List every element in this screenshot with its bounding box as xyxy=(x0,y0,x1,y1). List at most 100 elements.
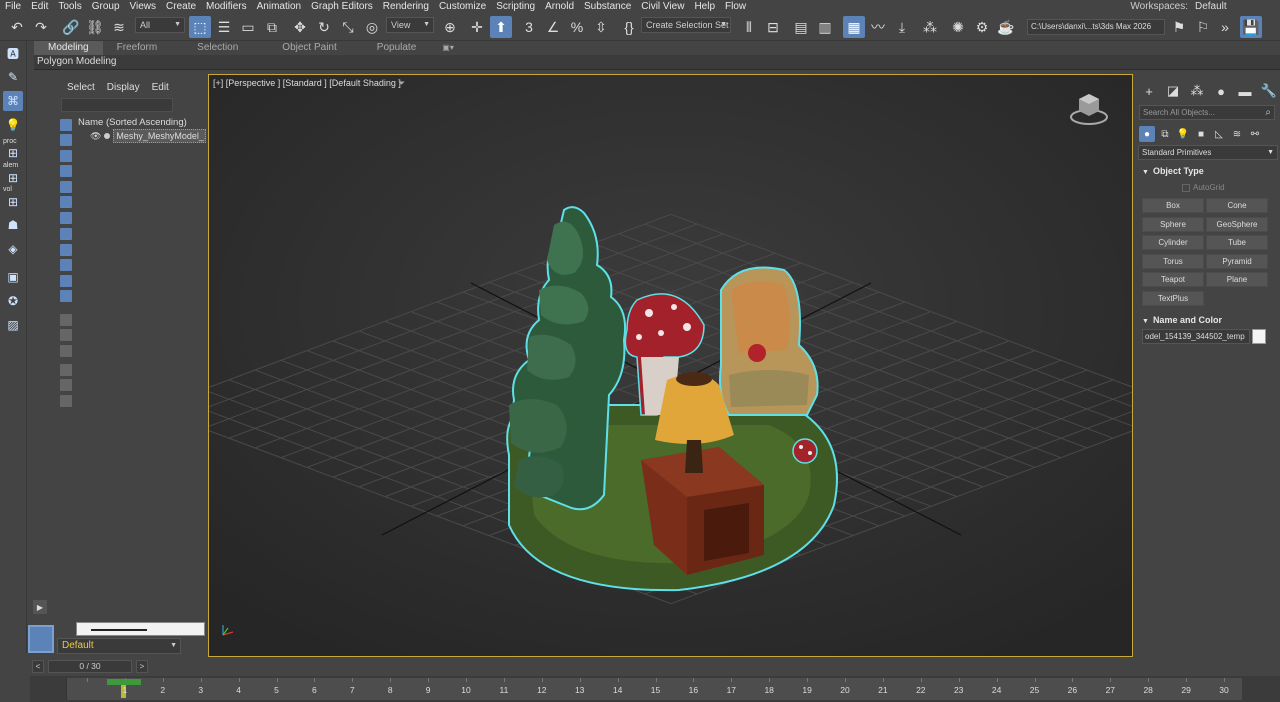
workspaces-dropdown[interactable]: Default xyxy=(1192,1,1272,12)
time-next-button[interactable]: > xyxy=(136,660,148,673)
curve-editor-icon[interactable]: 〰 xyxy=(867,16,889,38)
select-by-name-icon[interactable]: ☰ xyxy=(213,16,235,38)
menu-help[interactable]: Help xyxy=(689,0,720,13)
scene-filter-icon[interactable] xyxy=(60,150,72,162)
menu-graph-editors[interactable]: Graph Editors xyxy=(306,0,378,13)
display-tab-icon[interactable]: ▬ xyxy=(1234,80,1256,102)
align-icon[interactable]: ⊟ xyxy=(762,16,784,38)
proc-icon[interactable]: ⊞ xyxy=(3,143,23,163)
link-icon[interactable]: 🔗 xyxy=(60,16,82,38)
visibility-eye-icon[interactable]: 👁 xyxy=(90,131,101,142)
object-type-rollout[interactable]: ▼ Object Type xyxy=(1142,166,1204,176)
menu-arnold[interactable]: Arnold xyxy=(540,0,579,13)
scene-filter-icon[interactable] xyxy=(60,134,72,146)
scene-filter-icon[interactable] xyxy=(60,275,72,287)
mirror-icon[interactable]: ⫴ xyxy=(738,16,760,38)
menu-create[interactable]: Create xyxy=(161,0,201,13)
scene-filter-icon[interactable] xyxy=(60,290,72,302)
spinner-snap-icon[interactable]: ⇳ xyxy=(590,16,612,38)
menu-civil-view[interactable]: Civil View xyxy=(636,0,689,13)
vol-icon[interactable]: ⊞ xyxy=(3,192,23,212)
menu-file[interactable]: File xyxy=(0,0,26,13)
set-project-icon[interactable]: ⚐ xyxy=(1192,16,1214,38)
plane-button[interactable]: Plane xyxy=(1206,272,1268,287)
rotate-icon[interactable]: ↻ xyxy=(313,16,335,38)
viewport-layout-tab[interactable] xyxy=(28,625,54,653)
cameras-icon[interactable]: ■ xyxy=(1193,126,1209,142)
ribbon-options-icon[interactable]: ▣▾ xyxy=(438,41,458,55)
scale-icon[interactable]: ⤡ xyxy=(337,16,359,38)
layer-dropdown[interactable]: Default ▼ xyxy=(57,638,181,654)
toggle-ribbon-icon[interactable]: ▥ xyxy=(814,16,836,38)
scene-filter-icon[interactable] xyxy=(60,379,72,391)
name-and-color-rollout[interactable]: ▼ Name and Color xyxy=(1142,315,1222,325)
listener-icon[interactable]: 🅰 xyxy=(3,43,23,63)
scene-explorer-icon[interactable]: ▦ xyxy=(843,16,865,38)
autogrid-box[interactable] xyxy=(1182,183,1190,192)
toolbar-overflow-icon[interactable]: » xyxy=(1214,16,1236,38)
menu-select[interactable]: Select xyxy=(67,82,95,93)
scene-filter-icon[interactable] xyxy=(60,395,72,407)
torus-button[interactable]: Torus xyxy=(1142,253,1204,269)
selection-filter-dropdown[interactable]: All ▼ xyxy=(135,17,185,33)
utilities-tab-icon[interactable]: 🔧 xyxy=(1258,80,1280,102)
angle-snap-icon[interactable]: ∠ xyxy=(542,16,564,38)
tab-selection[interactable]: Selection xyxy=(171,41,264,55)
placement-icon[interactable]: ◎ xyxy=(361,16,383,38)
viewport-filter-icon[interactable]: ⏷ xyxy=(398,78,405,89)
sphere-button[interactable]: Sphere xyxy=(1142,216,1204,232)
cylinder-button[interactable]: Cylinder xyxy=(1142,235,1204,250)
select-manipulate-icon[interactable]: ✛ xyxy=(466,16,488,38)
polygon-modeling-label[interactable]: Polygon Modeling xyxy=(37,56,117,67)
named-selection-sets-dropdown[interactable]: Create Selection Set ▼ xyxy=(641,17,731,33)
menu-rendering[interactable]: Rendering xyxy=(378,0,434,13)
percent-snap-icon[interactable]: % xyxy=(566,16,588,38)
viewport-label[interactable]: [+] [Perspective ] [Standard ] [Default … xyxy=(213,78,401,88)
layer-explorer-icon[interactable]: ▤ xyxy=(790,16,812,38)
create-tab-icon[interactable]: + xyxy=(1138,80,1160,102)
shapes-icon[interactable]: ⧉ xyxy=(1157,126,1173,142)
map-icon[interactable]: ▨ xyxy=(3,315,23,335)
menu-display[interactable]: Display xyxy=(107,82,140,93)
scene-filter-icon[interactable] xyxy=(60,228,72,240)
box-button[interactable]: Box xyxy=(1142,198,1204,213)
mxs-listener-icon[interactable]: ✎ xyxy=(3,67,23,87)
menu-group[interactable]: Group xyxy=(87,0,125,13)
menu-flow[interactable]: Flow xyxy=(720,0,751,13)
scrollbar-thumb[interactable] xyxy=(91,629,147,631)
geometry-icon[interactable]: ● xyxy=(1139,126,1155,142)
keyboard-shortcut-override-icon[interactable]: ⬆ xyxy=(490,16,512,38)
menu-edit[interactable]: Edit xyxy=(152,82,169,93)
geosphere-button[interactable]: GeoSphere xyxy=(1206,216,1268,232)
autogrid-checkbox[interactable]: AutoGrid xyxy=(1182,183,1225,192)
object-name-field[interactable]: odel_154139_344502_temp xyxy=(1142,329,1250,344)
project-path-dropdown[interactable]: C:\Users\danxi\...ts\3ds Max 2026 xyxy=(1027,19,1165,35)
dope-sheet-icon[interactable]: ⤓ xyxy=(891,16,913,38)
timeline-ruler[interactable]: 1 2 3 4 5 6 7 8 9 10 11 12 13 14 15 16 17 18 19 20 21 22 23 24 2… xyxy=(66,678,1242,700)
rect-region-icon[interactable]: ▭ xyxy=(237,16,259,38)
edit-named-sets-icon[interactable]: {} xyxy=(618,16,640,38)
menu-edit[interactable]: Edit xyxy=(26,0,53,13)
scene-filter-icon[interactable] xyxy=(60,196,72,208)
scene-filter-icon[interactable] xyxy=(60,244,72,256)
scene-filter-icon[interactable] xyxy=(60,181,72,193)
helpers-icon[interactable]: ◺ xyxy=(1211,126,1227,142)
scene-filter-icon[interactable] xyxy=(60,329,72,341)
render-icon[interactable]: ☕ xyxy=(995,16,1017,38)
hierarchy-tab-icon[interactable]: ⁂ xyxy=(1186,80,1208,102)
tab-freeform[interactable]: Freeform xyxy=(103,41,172,55)
menu-substance[interactable]: Substance xyxy=(579,0,636,13)
tab-modeling[interactable]: Modeling xyxy=(34,41,103,55)
time-prev-button[interactable]: < xyxy=(32,660,44,673)
menu-scripting[interactable]: Scripting xyxy=(491,0,540,13)
reference-coordinate-dropdown[interactable]: View ▼ xyxy=(386,17,434,33)
move-icon[interactable]: ✥ xyxy=(289,16,311,38)
lighting-icon[interactable]: ✪ xyxy=(3,291,23,311)
menu-modifiers[interactable]: Modifiers xyxy=(201,0,252,13)
container-icon[interactable]: ⌘ xyxy=(3,91,23,111)
teapot-button[interactable]: Teapot xyxy=(1142,272,1204,287)
menu-customize[interactable]: Customize xyxy=(434,0,491,13)
bind-spacewarp-icon[interactable]: ≋ xyxy=(108,16,130,38)
undo-icon[interactable]: ↶ xyxy=(6,16,28,38)
scene-object-row[interactable]: 👁 Meshy_MeshyModel_15 xyxy=(90,129,206,143)
